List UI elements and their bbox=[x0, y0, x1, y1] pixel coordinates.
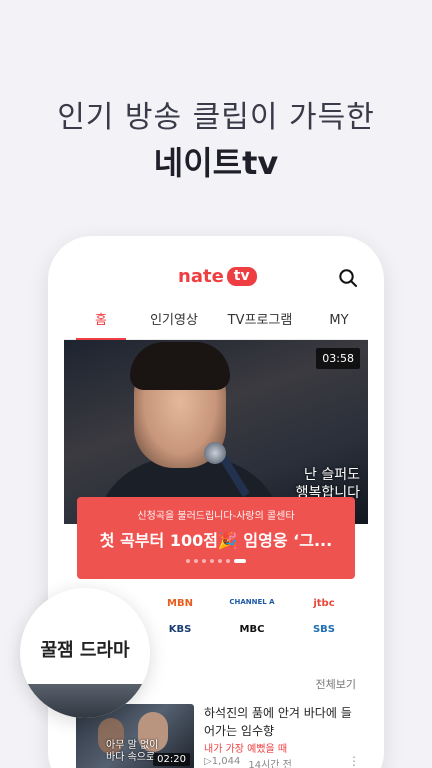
broadcaster-kbs[interactable]: KBS bbox=[150, 624, 210, 635]
play-count-value: 1,044 bbox=[211, 756, 241, 767]
carousel-dot[interactable] bbox=[194, 559, 198, 563]
hero-subtitle-line1: 난 슬퍼도 bbox=[304, 467, 360, 483]
featured-card-subtitle: 신청곡을 불러드립니다-사랑의 콜센타 bbox=[137, 511, 295, 522]
broadcaster-mbn[interactable]: MBN bbox=[150, 598, 210, 609]
carousel-indicator[interactable] bbox=[77, 559, 355, 563]
carousel-dot[interactable] bbox=[210, 559, 214, 563]
clip-time-ago: 14시간 전 bbox=[248, 760, 292, 768]
clip-program-name: 내가 가장 예뻤을 때 bbox=[204, 744, 288, 755]
clip-caption: 아무 말 없이 바다 속으로 bbox=[106, 740, 158, 764]
carousel-dot[interactable] bbox=[202, 559, 206, 563]
tab-bar: 홈 인기영상 TV프로그램 MY bbox=[64, 304, 368, 340]
clip-caption-line1: 아무 말 없이 bbox=[106, 740, 159, 751]
play-count: ▷1,044 bbox=[204, 756, 240, 768]
logo-badge: tv bbox=[226, 267, 257, 286]
clip-duration-badge: 02:20 bbox=[153, 753, 190, 766]
tab-my[interactable]: MY bbox=[310, 304, 368, 339]
tab-home[interactable]: 홈 bbox=[64, 304, 138, 340]
broadcaster-jtbc[interactable]: jtbc bbox=[294, 598, 354, 609]
logo-text: nate bbox=[178, 266, 224, 287]
clip-meta: ▷1,044 14시간 전 bbox=[204, 756, 292, 768]
broadcaster-sbs[interactable]: SBS bbox=[294, 624, 354, 635]
carousel-dot[interactable] bbox=[226, 559, 230, 563]
broadcaster-mbc[interactable]: MBC bbox=[222, 624, 282, 635]
bubble-thumbnail-peek bbox=[20, 684, 150, 718]
carousel-dot[interactable] bbox=[218, 559, 222, 563]
view-all-link[interactable]: 전체보기 bbox=[316, 676, 356, 692]
carousel-dot-active[interactable] bbox=[234, 559, 246, 563]
section-title: 꿀잼 드라마 bbox=[40, 640, 130, 661]
microphone-icon bbox=[204, 442, 226, 464]
broadcaster-channel-a[interactable]: CHANNEL A bbox=[222, 598, 282, 606]
clip-title[interactable]: 하석진의 품에 안겨 바다에 들어가는 임수향 bbox=[204, 704, 354, 740]
tab-popular[interactable]: 인기영상 bbox=[138, 304, 210, 339]
hero-person-hair bbox=[130, 342, 230, 390]
app-header: nate tv bbox=[64, 252, 368, 300]
featured-card-title: 첫 곡부터 100점🎉 임영웅 ‘그... bbox=[99, 531, 333, 550]
promo-title: 네이트tv bbox=[153, 144, 279, 182]
search-icon[interactable] bbox=[338, 268, 358, 288]
promo-headline: 인기 방송 클립이 가득한 bbox=[57, 100, 375, 135]
featured-card[interactable]: 신청곡을 불러드립니다-사랑의 콜센타 첫 곡부터 100점🎉 임영웅 ‘그..… bbox=[77, 497, 355, 579]
hero-duration-badge: 03:58 bbox=[316, 348, 360, 369]
section-zoom-bubble: 꿀잼 드라마 bbox=[20, 588, 150, 718]
nate-tv-logo[interactable]: nate tv bbox=[178, 266, 257, 287]
tab-tv-program[interactable]: TV프로그램 bbox=[210, 304, 310, 339]
clip-caption-line2: 바다 속으로 bbox=[106, 752, 156, 763]
carousel-dot[interactable] bbox=[186, 559, 190, 563]
play-icon: ▷ bbox=[204, 756, 212, 767]
more-options-icon[interactable]: ⋮ bbox=[348, 754, 360, 768]
